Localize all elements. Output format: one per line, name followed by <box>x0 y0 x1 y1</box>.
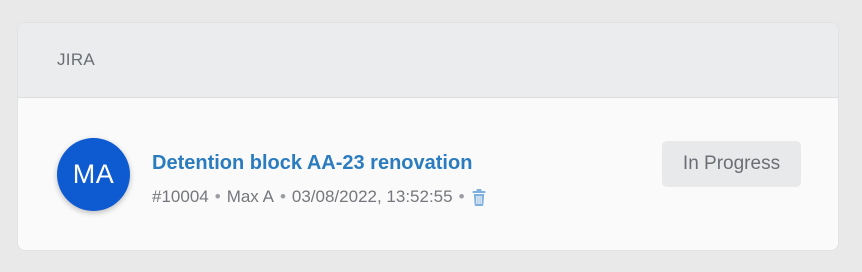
status-label: In Progress <box>682 153 781 174</box>
issue-title-link[interactable]: Detention block AA-23 renovation <box>152 152 472 175</box>
avatar-initials: MA <box>72 159 115 189</box>
card-header: JIRA <box>18 23 838 98</box>
avatar[interactable]: MA <box>57 138 130 211</box>
status-badge[interactable]: In Progress <box>662 141 801 187</box>
trash-icon[interactable] <box>472 188 486 206</box>
meta-separator: • <box>458 187 465 206</box>
card-header-title: JIRA <box>57 50 96 69</box>
issue-meta: #10004 • Max A • 03/08/2022, 13:52:55 • <box>152 187 486 207</box>
issue-item: MA Detention block AA-23 renovation #100… <box>18 98 838 250</box>
issue-author: Max A <box>226 187 274 206</box>
issue-id: #10004 <box>152 187 209 206</box>
issue-timestamp: 03/08/2022, 13:52:55 <box>291 187 453 206</box>
meta-separator: • <box>279 187 286 206</box>
jira-card: JIRA MA Detention block AA-23 renovation… <box>17 22 839 251</box>
meta-separator: • <box>214 187 221 206</box>
